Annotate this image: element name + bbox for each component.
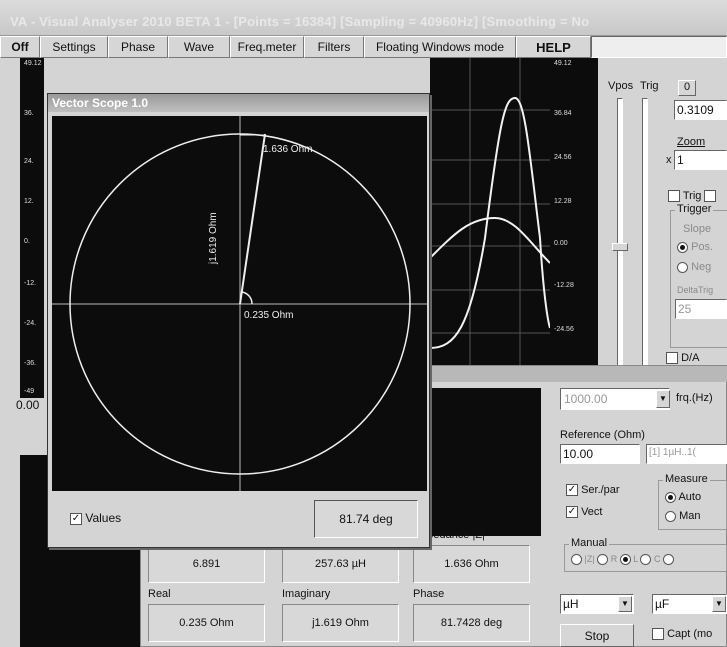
auto-radio[interactable]: Auto bbox=[665, 491, 701, 503]
floating-windows-button[interactable]: Floating Windows mode bbox=[364, 36, 516, 58]
vector-plot bbox=[52, 116, 427, 491]
right-axis: 49.12 36.84 24.56 12.28 0.00 -12.28 -24.… bbox=[550, 58, 598, 388]
angle-value: 81.74 deg bbox=[314, 500, 418, 538]
menu-empty-field bbox=[591, 36, 727, 58]
manual-group: Manual |Z| R L C bbox=[564, 537, 727, 572]
real-value: 0.235 Ohm bbox=[148, 604, 265, 642]
trig-slider[interactable] bbox=[642, 98, 648, 368]
reference-field[interactable]: 10.00 bbox=[560, 444, 640, 464]
impedance-controls: 1000.00 ▼ frq.(Hz) Reference (Ohm) 10.00… bbox=[548, 380, 727, 647]
vpos-slider-thumb[interactable] bbox=[612, 243, 628, 251]
stop-button[interactable]: Stop bbox=[560, 624, 634, 647]
ser-par-checkbox[interactable]: ✓ Ser./par bbox=[566, 484, 620, 497]
imaginary-label: j1.619 Ohm bbox=[208, 212, 219, 264]
oscilloscope-trace bbox=[429, 58, 551, 388]
trig-checkbox[interactable]: Trig bbox=[668, 190, 717, 203]
title-bar: VA - Visual Analyser 2010 BETA 1 - [Poin… bbox=[0, 0, 727, 36]
menu-bar: Off Settings Phase Wave Freq.meter Filte… bbox=[0, 36, 727, 58]
freqmeter-button[interactable]: Freq.meter bbox=[230, 36, 304, 58]
range-field[interactable]: [1] 1µH..1( bbox=[646, 444, 727, 464]
q-factor-value: 6.891 bbox=[148, 545, 265, 583]
neg-radio[interactable]: Neg bbox=[677, 261, 711, 273]
phase-button[interactable]: Phase bbox=[108, 36, 168, 58]
left-scope-bottom-label: 0.00 bbox=[16, 398, 40, 412]
right-control-panel: Vpos Trig 0 0.3109 Zoom x 1 Trig Trigger… bbox=[600, 58, 727, 368]
wave-button[interactable]: Wave bbox=[168, 36, 230, 58]
pos-radio[interactable]: Pos. bbox=[677, 241, 713, 253]
unit2-dropdown-arrow[interactable]: ▼ bbox=[712, 596, 726, 612]
trig-label: Trig bbox=[640, 80, 659, 92]
filters-button[interactable]: Filters bbox=[304, 36, 364, 58]
vector-scope-titlebar[interactable]: Vector Scope 1.0 bbox=[48, 94, 429, 112]
vect-checkbox[interactable]: ✓ Vect bbox=[566, 506, 602, 519]
zoom-label: Zoom bbox=[677, 136, 706, 148]
offset-field[interactable]: 0.3109 bbox=[674, 100, 727, 120]
manual-options[interactable]: |Z| R L C bbox=[571, 554, 674, 566]
zoom-field[interactable]: 1 bbox=[674, 150, 727, 170]
imaginary-value: j1.619 Ohm bbox=[282, 604, 399, 642]
frequency-field[interactable]: 1000.00 bbox=[560, 388, 670, 410]
man-radio[interactable]: Man bbox=[665, 510, 700, 522]
impedance-magnitude-value: 1.636 Ohm bbox=[413, 545, 530, 583]
inductance-value: 257.63 µH bbox=[282, 545, 399, 583]
delta-trig-field[interactable]: 25 bbox=[675, 299, 727, 319]
measure-group: Measure Auto Man bbox=[658, 473, 727, 530]
magnitude-label: 1.636 Ohm bbox=[263, 144, 313, 155]
left-axis: 49.12 36. 24. 12. 0. -12. -24. -36. -49 bbox=[24, 60, 42, 395]
trigger-group: Trigger Slope Pos. Neg DeltaTrig 25 bbox=[670, 203, 727, 348]
frequency-dropdown-arrow[interactable]: ▼ bbox=[656, 390, 670, 408]
oscilloscope-display bbox=[429, 58, 551, 388]
phase-value: 81.7428 deg bbox=[413, 604, 530, 642]
unit1-dropdown-arrow[interactable]: ▼ bbox=[618, 596, 632, 612]
help-button[interactable]: HELP bbox=[516, 36, 591, 58]
capture-checkbox[interactable]: Capt (mo bbox=[652, 628, 712, 641]
zero-button[interactable]: 0 bbox=[678, 80, 696, 96]
real-label: 0.235 Ohm bbox=[244, 310, 294, 321]
vector-scope-display: 1.636 Ohm j1.619 Ohm 0.235 Ohm bbox=[52, 116, 427, 491]
values-checkbox[interactable]: ✓ Values bbox=[70, 511, 121, 525]
vector-scope-window: Vector Scope 1.0 1.636 Ohm j1.619 Ohm 0.… bbox=[47, 93, 430, 548]
vpos-label: Vpos bbox=[608, 80, 634, 92]
da-checkbox[interactable]: D/A bbox=[666, 352, 699, 365]
vector-scope-title: Vector Scope 1.0 bbox=[52, 96, 149, 110]
window-title: VA - Visual Analyser 2010 BETA 1 - [Poin… bbox=[10, 14, 590, 29]
vpos-slider[interactable] bbox=[617, 98, 623, 368]
reference-label: Reference (Ohm) bbox=[560, 429, 645, 441]
settings-button[interactable]: Settings bbox=[40, 36, 108, 58]
off-button[interactable]: Off bbox=[0, 36, 40, 58]
